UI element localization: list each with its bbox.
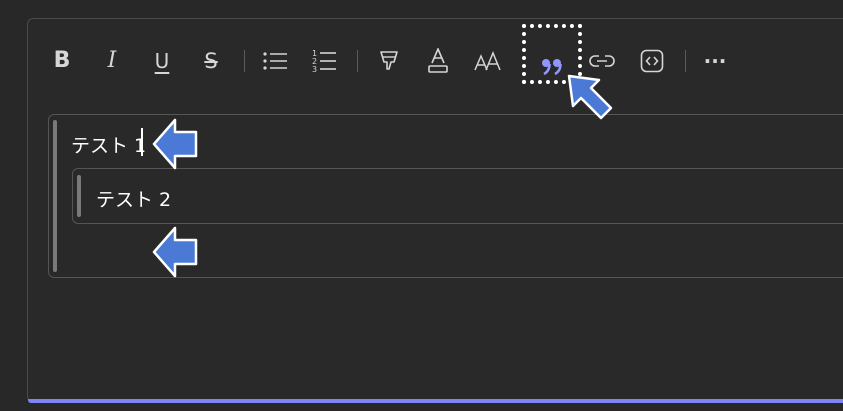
bold-button[interactable]: B [45, 44, 79, 78]
code-snippet-icon [640, 49, 664, 73]
font-color-button[interactable] [421, 44, 455, 78]
bulleted-list-icon [263, 52, 287, 70]
annotation-arrow-left-icon [152, 226, 198, 278]
compose-focus-underline [28, 399, 843, 403]
annotation-arrow-up-left-icon [567, 74, 613, 120]
font-color-icon [428, 48, 448, 73]
inner-quote-text[interactable]: テスト 2 [96, 185, 171, 212]
highlight-button[interactable] [372, 44, 406, 78]
underline-button[interactable]: U [145, 44, 179, 78]
italic-button[interactable]: I [95, 44, 129, 78]
font-size-icon [474, 51, 501, 71]
numbered-list-icon: 1 2 3 [312, 49, 336, 74]
strikethrough-button[interactable]: S [194, 44, 228, 78]
outer-quote-bar [53, 120, 57, 272]
annotation-arrow-left-icon [152, 118, 198, 170]
code-snippet-button[interactable] [635, 44, 669, 78]
italic-icon: I [107, 48, 117, 73]
underline-icon: U [154, 49, 170, 73]
svg-text:3: 3 [312, 65, 317, 74]
strikethrough-icon: S [204, 48, 218, 73]
toolbar-divider [685, 50, 686, 72]
more-icon: ··· [703, 49, 727, 73]
link-icon [589, 55, 615, 67]
highlight-icon [380, 51, 398, 70]
bold-icon: B [53, 48, 71, 73]
more-options-button[interactable]: ··· [698, 44, 732, 78]
toolbar-divider [357, 50, 358, 72]
numbered-list-button[interactable]: 1 2 3 [307, 44, 341, 78]
outer-quote-text[interactable]: テスト 1 [71, 131, 146, 158]
inner-quote-block[interactable] [72, 168, 843, 224]
toolbar-divider [244, 50, 245, 72]
font-size-button[interactable] [471, 44, 505, 78]
inner-quote-bar [77, 175, 81, 217]
text-cursor [141, 128, 143, 156]
bulleted-list-button[interactable] [258, 44, 292, 78]
